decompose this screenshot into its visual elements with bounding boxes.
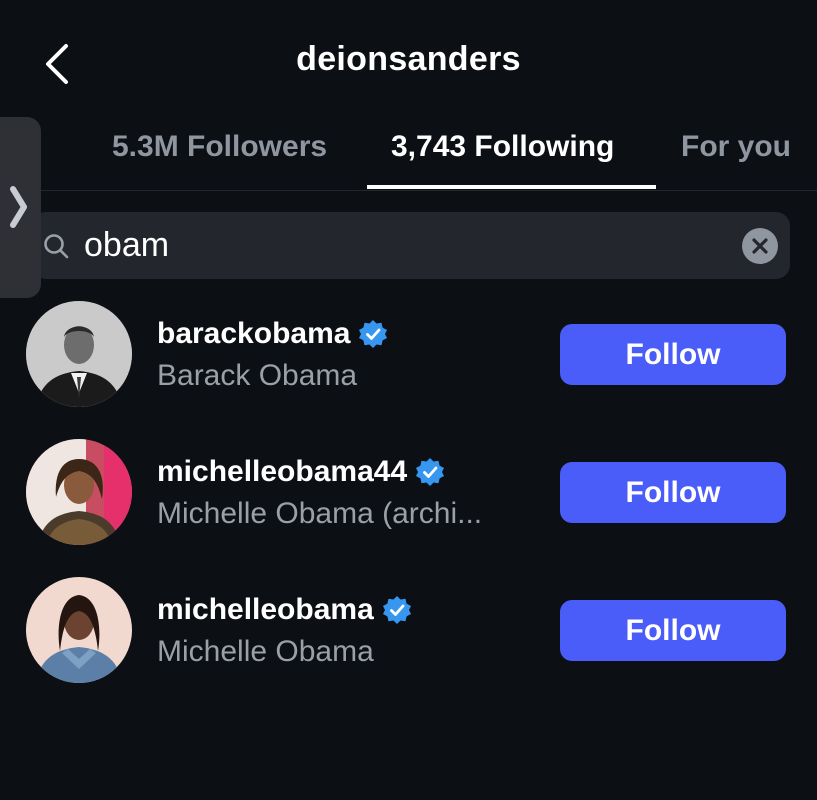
- search-icon: [44, 234, 69, 259]
- list-item[interactable]: michelleobama44 Michelle Obama (archi...…: [0, 433, 817, 553]
- search-input[interactable]: [84, 212, 724, 279]
- search-bar: [32, 212, 790, 279]
- avatar[interactable]: [26, 301, 132, 407]
- tab-following[interactable]: 3,743 Following: [391, 130, 614, 164]
- header: deionsanders: [0, 0, 817, 120]
- username-text: michelleobama: [157, 593, 374, 626]
- tab-followers[interactable]: 5.3M Followers: [112, 130, 327, 164]
- username-text: michelleobama44: [157, 455, 408, 488]
- avatar[interactable]: [26, 577, 132, 683]
- active-tab-indicator: [367, 185, 656, 189]
- full-name: Michelle Obama: [157, 635, 374, 668]
- username: michelleobama: [157, 593, 412, 627]
- username: barackobama: [157, 317, 388, 351]
- verified-badge-icon: [382, 596, 411, 624]
- verified-badge-icon: [359, 320, 388, 348]
- tab-for-you[interactable]: For you: [681, 130, 791, 164]
- side-panel-handle[interactable]: [0, 117, 41, 298]
- follow-button[interactable]: Follow: [560, 600, 786, 661]
- clear-icon: [752, 238, 768, 254]
- avatar[interactable]: [26, 439, 132, 545]
- full-name: Michelle Obama (archi...: [157, 497, 483, 530]
- follow-button[interactable]: Follow: [560, 462, 786, 523]
- username-text: barackobama: [157, 317, 351, 350]
- page-title: deionsanders: [296, 40, 521, 78]
- tab-bar: al 5.3M Followers 3,743 Following For yo…: [0, 118, 817, 191]
- username: michelleobama44: [157, 455, 445, 489]
- list-item[interactable]: michelleobama Michelle Obama Follow: [0, 571, 817, 691]
- full-name: Barack Obama: [157, 359, 358, 392]
- chevron-right-icon: [10, 186, 27, 228]
- clear-search-button[interactable]: [742, 228, 778, 264]
- list-item[interactable]: barackobama Barack Obama Follow: [0, 295, 817, 415]
- verified-badge-icon: [416, 458, 445, 486]
- follow-button[interactable]: Follow: [560, 324, 786, 385]
